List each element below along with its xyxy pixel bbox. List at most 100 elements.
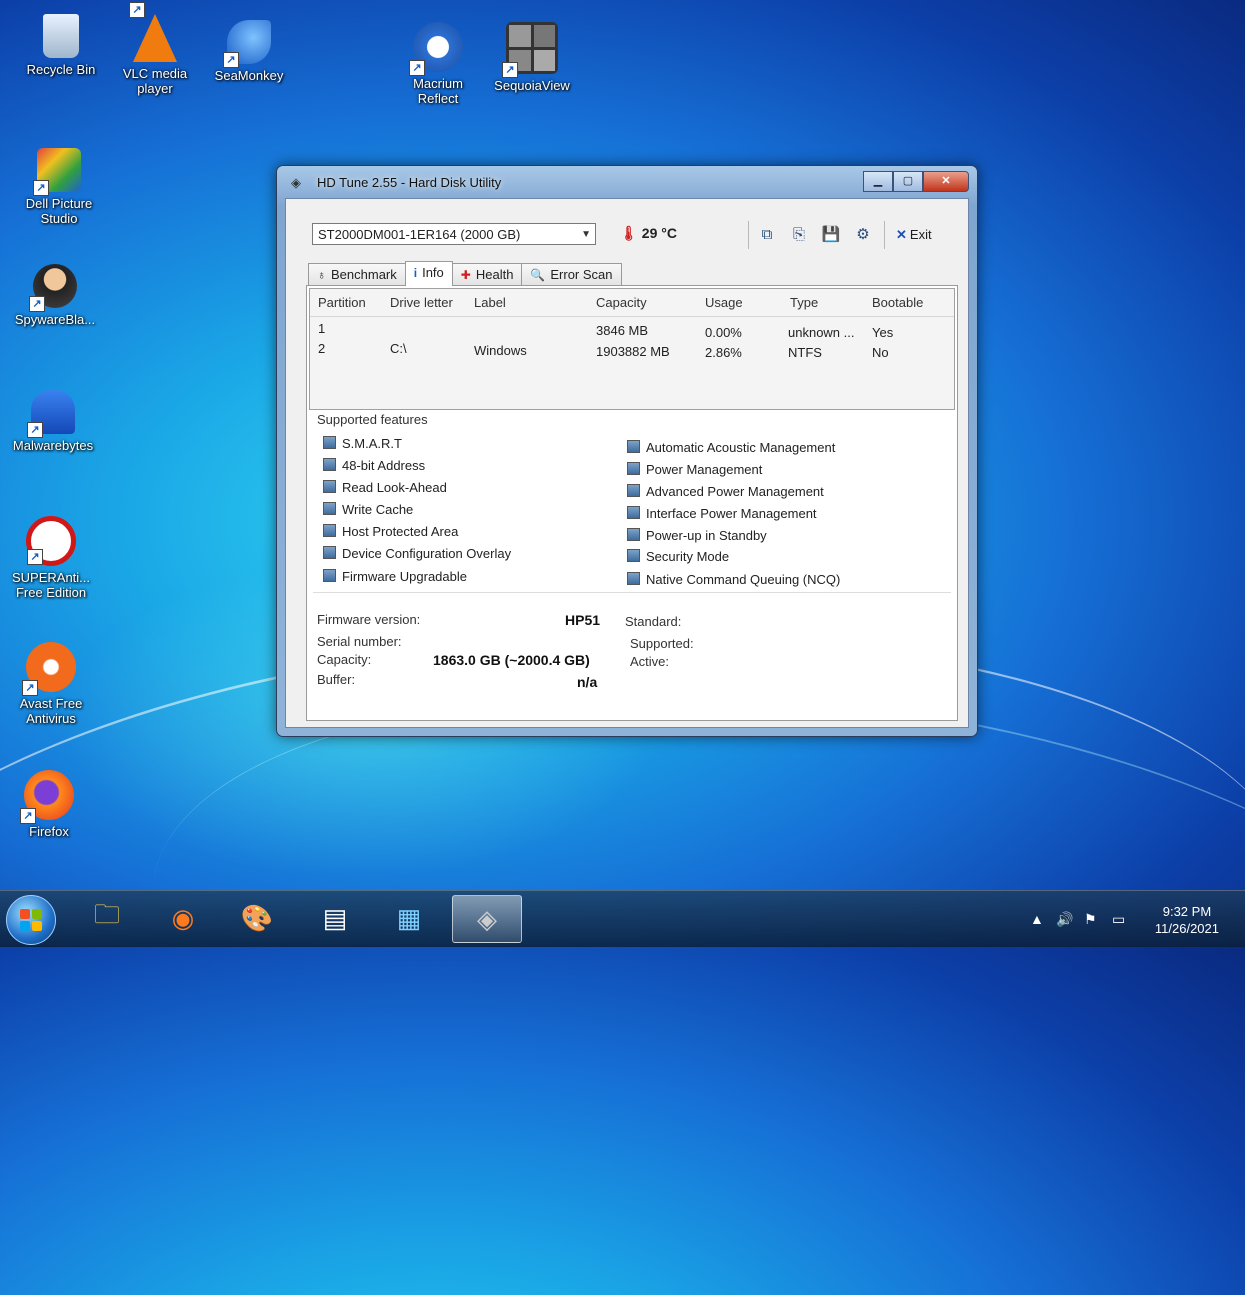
column-header: Label xyxy=(474,295,506,310)
tab-info[interactable]: i Info xyxy=(404,261,453,286)
control-panel-icon: ▦ xyxy=(396,902,422,933)
desktop-icon-seamonkey[interactable]: ↗ SeaMonkey xyxy=(204,20,294,83)
window-titlebar[interactable]: ◈ HD Tune 2.55 - Hard Disk Utility ▁ ▢ ✕ xyxy=(277,166,977,198)
tab-error-scan[interactable]: 🔍 Error Scan xyxy=(521,263,622,286)
cell-capacity: 1903882 MB xyxy=(596,344,670,359)
header-divider xyxy=(310,316,954,317)
desktop-icon-recycle-bin[interactable]: Recycle Bin xyxy=(16,14,106,77)
close-button[interactable]: ✕ xyxy=(923,171,969,192)
taskbar: 🗀 ◉ 🎨 ▤ ▦ ◈ ▲ 🔊 ⚑ ▭ 9:32 PM 11/26/2021 xyxy=(0,890,1245,947)
firefox-icon: ↗ xyxy=(20,770,74,824)
recycle-bin-icon xyxy=(43,14,79,58)
partition-table[interactable]: Partition Drive letter Label Capacity Us… xyxy=(309,288,955,410)
taskbar-hdtune[interactable]: ◈ xyxy=(452,895,522,943)
firefox-icon: ◉ xyxy=(171,902,195,933)
feature-label: Interface Power Management xyxy=(646,506,817,521)
feature-label: Device Configuration Overlay xyxy=(342,546,512,561)
feature-label: Security Mode xyxy=(646,549,730,564)
info-icon: i xyxy=(413,266,418,280)
feature-item: Interface Power Management xyxy=(627,506,817,521)
gauge-icon: ♁ xyxy=(317,268,326,282)
column-header: Drive letter xyxy=(390,295,453,310)
taskbar-control-panel[interactable]: ▦ xyxy=(380,895,438,941)
cell-partition: 2 xyxy=(318,341,326,356)
taskbar-firefox[interactable]: ◉ xyxy=(154,895,212,941)
feature-label: Read Look-Ahead xyxy=(342,480,447,495)
vlc-cone-icon: ↗ xyxy=(129,2,177,62)
toolbar-separator xyxy=(884,221,885,249)
dell-picture-studio-icon: ↗ xyxy=(33,148,81,196)
tab-label: Health xyxy=(475,267,514,282)
desktop-icon-firefox[interactable]: ↗ Firefox xyxy=(4,770,94,839)
options-icon[interactable]: ⚙ xyxy=(852,225,874,245)
maximize-button[interactable]: ▢ xyxy=(893,171,923,192)
desktop-icon-dell-picture-studio[interactable]: ↗ Dell Picture Studio xyxy=(14,148,104,226)
feature-label: Automatic Acoustic Management xyxy=(646,440,836,455)
cell-partition: 1 xyxy=(318,321,326,336)
desktop-icon-avast[interactable]: ↗ Avast Free Antivirus xyxy=(6,642,96,726)
taskbar-paint[interactable]: 🎨 xyxy=(228,895,286,941)
window-client: ST2000DM001-1ER164 (2000 GB) ▼ 🌡 29 °C ⧉ … xyxy=(285,198,969,728)
copy-text-icon[interactable]: ⧉ xyxy=(756,225,778,245)
feature-check-icon xyxy=(323,480,336,493)
feature-label: 48-bit Address xyxy=(342,458,426,473)
tab-benchmark[interactable]: ♁ Benchmark xyxy=(308,263,406,286)
desktop-icon-label: VLC media player xyxy=(122,66,188,96)
window-title: HD Tune 2.55 - Hard Disk Utility xyxy=(317,175,502,190)
drive-select[interactable]: ST2000DM001-1ER164 (2000 GB) ▼ xyxy=(312,223,596,245)
volume-icon[interactable]: 🔊 xyxy=(1056,911,1073,928)
active-label: Active: xyxy=(630,654,670,669)
section-divider xyxy=(313,592,951,593)
supported-label: Supported: xyxy=(630,636,694,651)
desktop-icon-label: SequoiaView xyxy=(494,78,570,93)
feature-item: Advanced Power Management xyxy=(627,484,824,499)
cell-type: NTFS xyxy=(788,345,822,360)
cell-capacity: 3846 MB xyxy=(596,323,649,338)
desktop-icon-label: Firefox xyxy=(29,824,69,839)
taskbar-explorer[interactable]: 🗀 xyxy=(78,895,136,941)
taskbar-wordpad[interactable]: ▤ xyxy=(306,895,364,941)
feature-label: Power Management xyxy=(646,462,763,477)
desktop-icon-sequoiaview[interactable]: ↗ SequoiaView xyxy=(487,22,577,93)
clock-date: 11/26/2021 xyxy=(1154,921,1219,936)
tab-health[interactable]: ✚ Health xyxy=(451,263,523,286)
buffer-label: Buffer: xyxy=(317,672,356,687)
feature-check-icon xyxy=(627,506,640,519)
network-icon[interactable]: ▭ xyxy=(1112,911,1125,928)
action-center-flag-icon[interactable]: ⚑ xyxy=(1084,911,1097,928)
feature-check-icon xyxy=(627,572,640,585)
tab-strip: ♁ Benchmark i Info ✚ Health 🔍 Error Scan xyxy=(308,261,622,286)
taskbar-clock[interactable]: 9:32 PM 11/26/2021 xyxy=(1155,903,1219,937)
feature-check-icon xyxy=(323,436,336,449)
feature-check-icon xyxy=(323,569,336,582)
feature-check-icon xyxy=(627,549,640,562)
chevron-down-icon: ▼ xyxy=(581,229,591,240)
feature-label: Advanced Power Management xyxy=(646,484,824,499)
firmware-value: HP51 xyxy=(565,612,601,628)
feature-item: Automatic Acoustic Management xyxy=(627,440,835,455)
column-header: Usage xyxy=(705,295,743,310)
desktop-icon-macrium[interactable]: ↗ Macrium Reflect xyxy=(393,22,483,106)
cell-drive-letter: C:\ xyxy=(390,341,407,356)
avast-icon: ↗ xyxy=(22,642,76,696)
desktop-icon-spywareblaster[interactable]: ↗ SpywareBla... xyxy=(10,264,100,327)
drive-select-value: ST2000DM001-1ER164 (2000 GB) xyxy=(318,227,521,242)
feature-check-icon xyxy=(323,458,336,471)
desktop-icon-superantispyware[interactable]: ↗ SUPERAnti... Free Edition xyxy=(6,516,96,600)
desktop-icon-vlc[interactable]: ↗ VLC media player xyxy=(110,2,200,96)
document-icon: ▤ xyxy=(322,902,348,933)
temperature-readout: 🌡 29 °C xyxy=(620,225,677,242)
feature-item: Write Cache xyxy=(323,502,413,517)
start-button[interactable] xyxy=(6,895,56,945)
desktop-icon-malwarebytes[interactable]: ↗ Malwarebytes xyxy=(8,390,98,453)
exit-label: Exit xyxy=(909,227,932,242)
show-hidden-icons[interactable]: ▲ xyxy=(1030,911,1044,927)
exit-button[interactable]: ✕ Exit xyxy=(896,227,932,243)
save-icon[interactable]: 💾 xyxy=(820,225,842,245)
copy-screenshot-icon[interactable]: ⎘ xyxy=(788,225,810,245)
feature-check-icon xyxy=(627,462,640,475)
desktop-icon-label: SUPERAnti... Free Edition xyxy=(11,570,91,600)
desktop-icon-label: Macrium Reflect xyxy=(413,76,463,106)
minimize-button[interactable]: ▁ xyxy=(863,171,893,192)
hdtune-window: ◈ HD Tune 2.55 - Hard Disk Utility ▁ ▢ ✕… xyxy=(276,165,978,737)
